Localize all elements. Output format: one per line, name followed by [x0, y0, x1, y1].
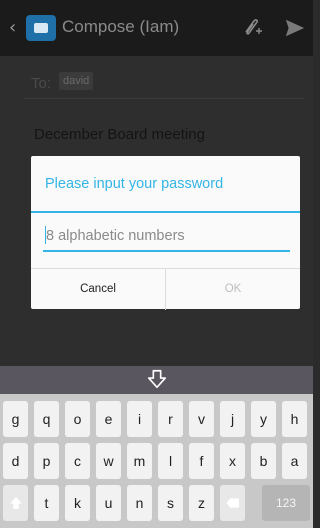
key[interactable]: r [158, 401, 183, 437]
ok-button[interactable]: OK [166, 269, 300, 310]
key[interactable]: x [220, 443, 245, 479]
key[interactable]: s [158, 485, 183, 521]
send-icon[interactable] [284, 17, 306, 39]
key[interactable]: k [65, 485, 90, 521]
delete-key[interactable] [220, 485, 245, 521]
key[interactable]: h [282, 401, 307, 437]
key[interactable]: u [96, 485, 121, 521]
key[interactable]: q [34, 401, 59, 437]
keyboard: g q o e i r v j y h d p c w m l f x b a … [0, 394, 313, 528]
key[interactable]: c [65, 443, 90, 479]
key[interactable]: e [96, 401, 121, 437]
key[interactable]: g [3, 401, 28, 437]
key[interactable]: l [158, 443, 183, 479]
dialog-divider [31, 211, 300, 213]
keyboard-hide-icon[interactable] [146, 368, 168, 390]
email-app-icon[interactable] [26, 15, 56, 41]
password-dialog: Please input your password Cancel OK [31, 156, 300, 310]
subject-text[interactable]: December Board meeting [34, 126, 205, 143]
delete-icon [225, 498, 239, 508]
key[interactable]: a [282, 443, 307, 479]
key[interactable]: p [34, 443, 59, 479]
key[interactable]: y [251, 401, 276, 437]
to-label: To: [31, 75, 52, 92]
shift-icon [9, 497, 22, 509]
key[interactable]: v [189, 401, 214, 437]
back-chevron-icon[interactable]: ‹ [9, 19, 19, 37]
key[interactable]: o [65, 401, 90, 437]
dialog-title: Please input your password [45, 176, 224, 192]
mode-123-key[interactable]: 123 [262, 485, 310, 521]
key[interactable]: d [3, 443, 28, 479]
key[interactable]: z [189, 485, 214, 521]
key[interactable]: f [189, 443, 214, 479]
attach-icon[interactable] [239, 15, 263, 39]
recipient-chip[interactable]: david [59, 72, 94, 90]
cancel-button[interactable]: Cancel [31, 269, 166, 310]
key[interactable]: i [127, 401, 152, 437]
key[interactable]: m [127, 443, 152, 479]
key[interactable]: j [220, 401, 245, 437]
text-cursor [45, 226, 46, 244]
key[interactable]: t [34, 485, 59, 521]
dialog-button-row: Cancel OK [31, 268, 300, 310]
shift-key[interactable] [3, 485, 28, 521]
screen-title: Compose (Iam) [62, 17, 180, 36]
key[interactable]: b [251, 443, 276, 479]
key[interactable]: w [96, 443, 121, 479]
key[interactable]: n [127, 485, 152, 521]
password-input[interactable] [43, 222, 290, 252]
